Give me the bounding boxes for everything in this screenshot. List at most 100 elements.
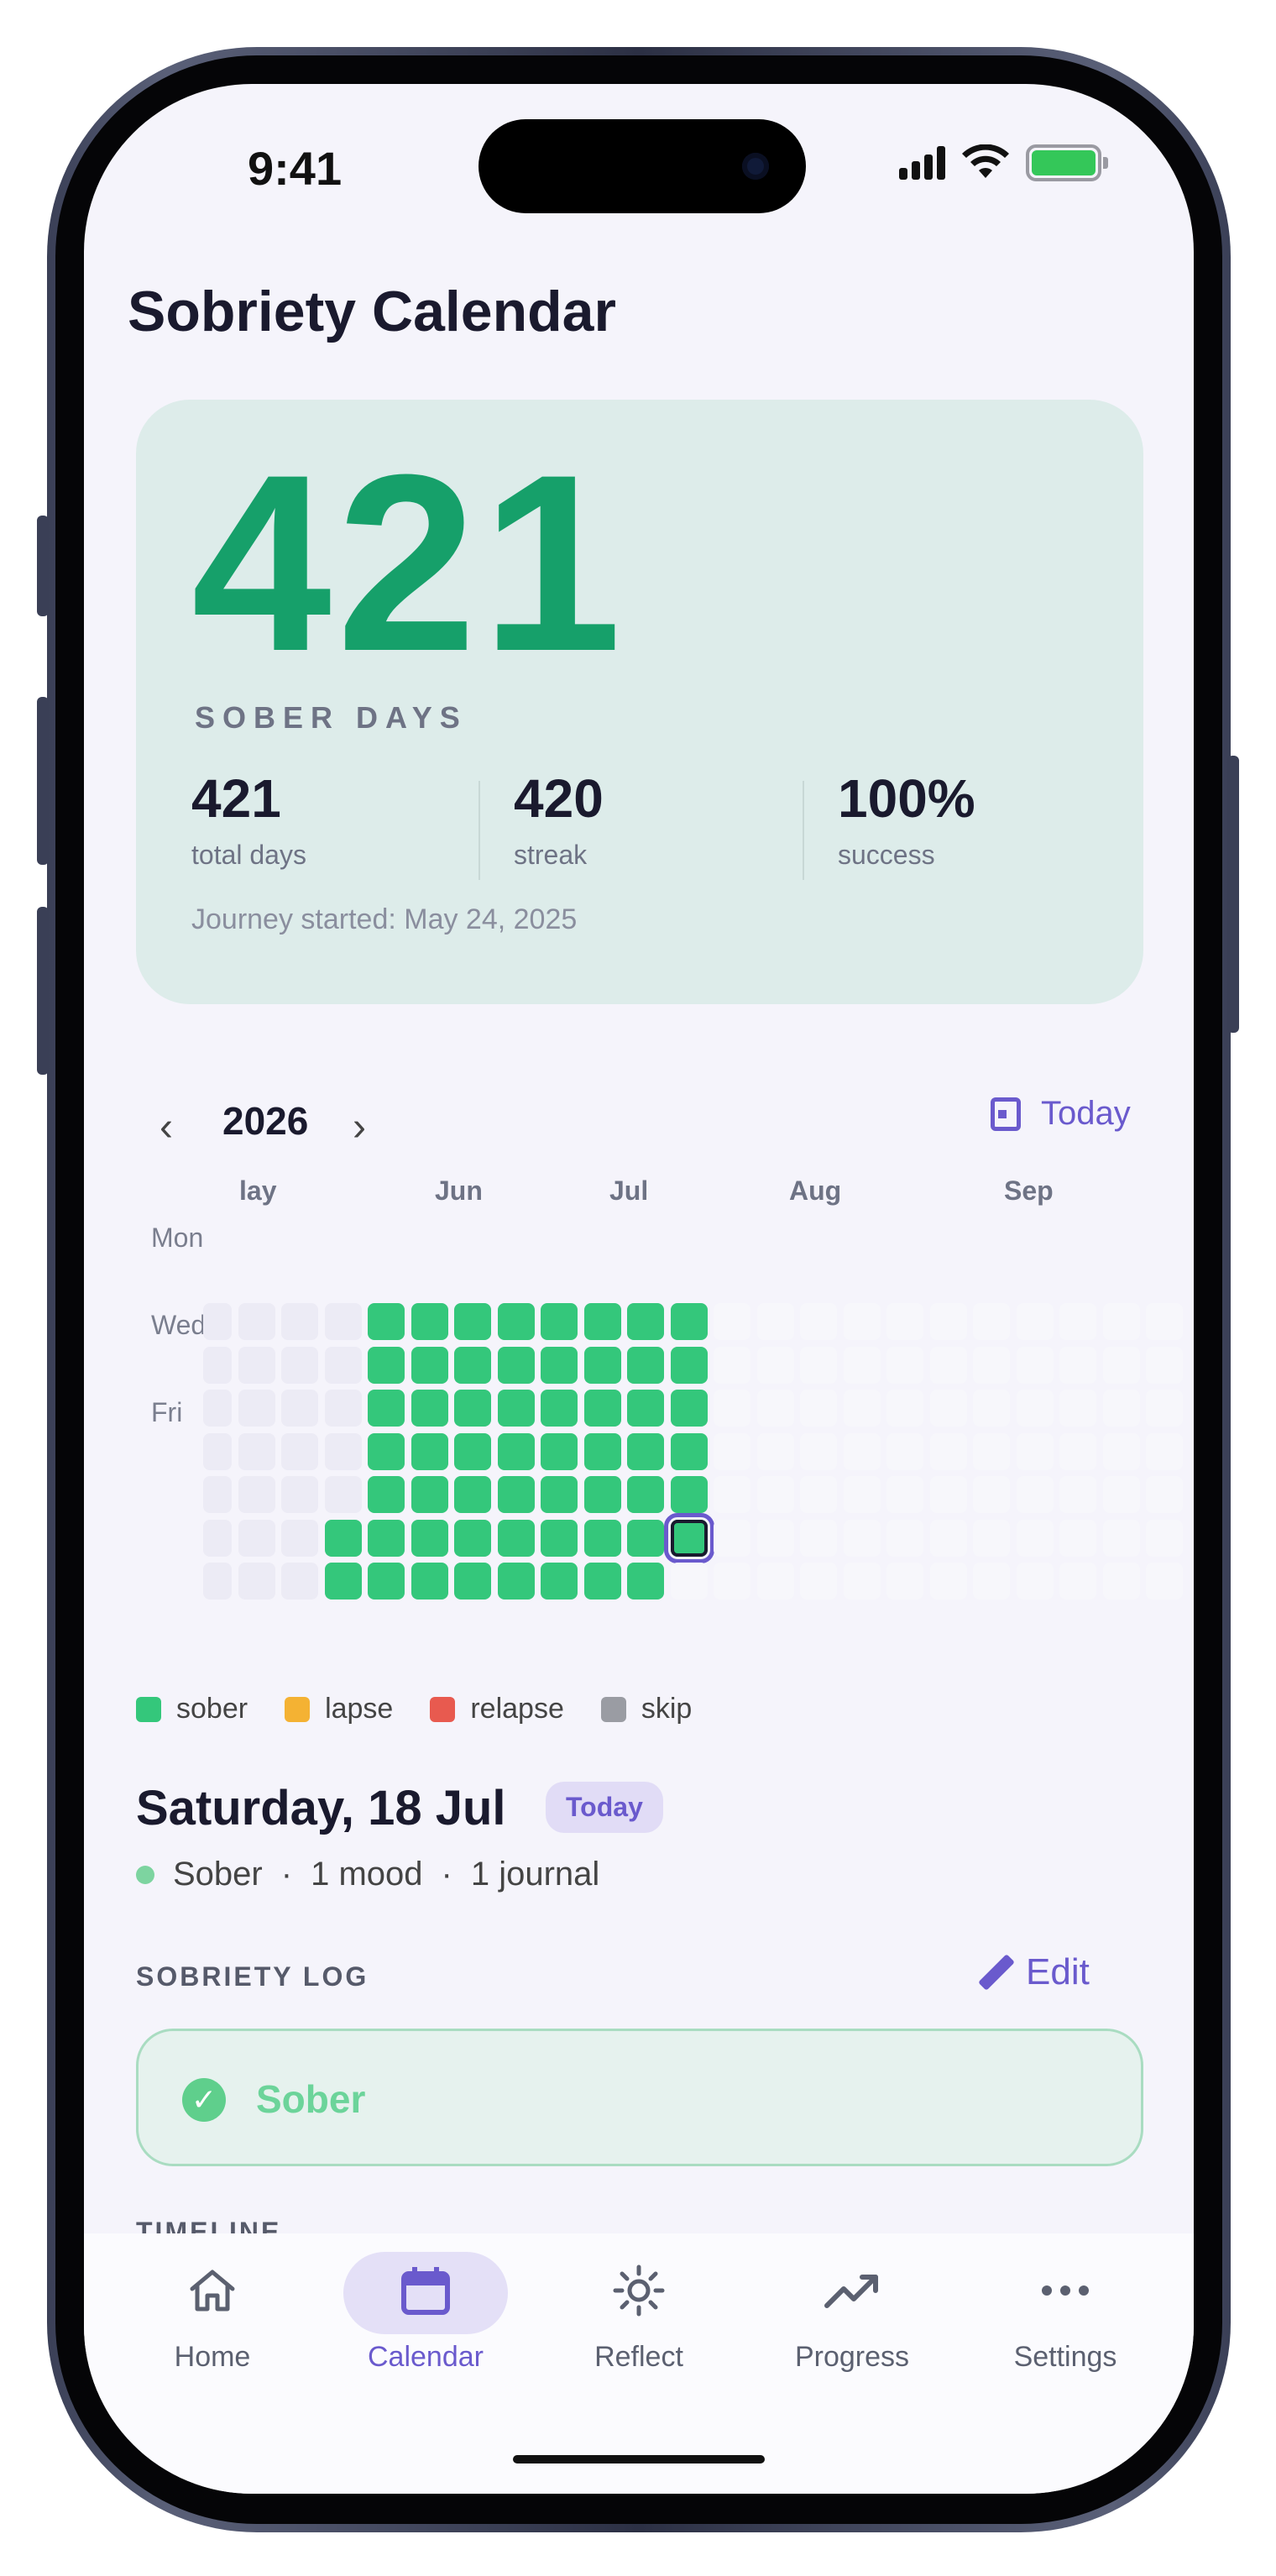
heatmap-day-cell[interactable] — [541, 1390, 578, 1427]
heatmap-day-cell[interactable] — [1016, 1303, 1054, 1340]
heatmap-day-cell[interactable] — [324, 1432, 362, 1470]
heatmap-day-cell[interactable] — [583, 1519, 621, 1557]
heatmap-day-cell[interactable] — [886, 1432, 923, 1470]
heatmap-day-cell[interactable] — [203, 1390, 232, 1427]
heatmap-day-cell[interactable] — [843, 1303, 881, 1340]
heatmap-day-cell[interactable] — [368, 1476, 405, 1513]
heatmap-day-cell[interactable] — [756, 1346, 794, 1384]
heatmap-day-cell[interactable] — [454, 1476, 491, 1513]
today-button[interactable]: Today — [991, 1095, 1131, 1133]
heatmap-day-cell[interactable] — [1102, 1563, 1140, 1600]
heatmap-day-cell[interactable] — [843, 1519, 881, 1557]
heatmap-day-cell[interactable] — [929, 1432, 967, 1470]
heatmap-day-cell[interactable] — [800, 1432, 837, 1470]
heatmap-day-cell[interactable] — [714, 1519, 750, 1557]
heatmap-day-cell[interactable] — [281, 1563, 318, 1600]
heatmap-day-cell[interactable] — [281, 1476, 318, 1513]
heatmap-day-cell[interactable] — [1059, 1519, 1096, 1557]
heatmap-day-cell[interactable] — [454, 1303, 491, 1340]
heatmap-day-cell[interactable] — [238, 1563, 275, 1600]
heatmap-day-cell[interactable] — [238, 1519, 275, 1557]
heatmap-day-cell[interactable] — [454, 1563, 491, 1600]
heatmap-day-cell[interactable] — [1146, 1563, 1183, 1600]
heatmap-day-cell[interactable] — [411, 1303, 448, 1340]
heatmap-day-cell[interactable] — [800, 1563, 837, 1600]
heatmap-day-cell[interactable] — [886, 1346, 923, 1384]
heatmap-day-cell[interactable] — [1146, 1346, 1183, 1384]
heatmap-day-cell[interactable] — [411, 1519, 448, 1557]
heatmap-day-cell[interactable] — [843, 1390, 881, 1427]
heatmap-day-cell[interactable] — [670, 1432, 708, 1470]
heatmap-day-cell[interactable] — [368, 1563, 405, 1600]
heatmap-day-cell[interactable] — [203, 1476, 232, 1513]
heatmap-day-cell[interactable] — [627, 1519, 664, 1557]
heatmap-day-cell[interactable] — [973, 1303, 1010, 1340]
heatmap-day-cell[interactable] — [886, 1519, 923, 1557]
heatmap-day-cell[interactable] — [1016, 1476, 1054, 1513]
heatmap-day-cell[interactable] — [281, 1390, 318, 1427]
heatmap-day-cell[interactable] — [843, 1563, 881, 1600]
heatmap-day-cell[interactable] — [973, 1563, 1010, 1600]
heatmap-day-cell[interactable] — [1059, 1432, 1096, 1470]
heatmap-day-cell[interactable] — [411, 1432, 448, 1470]
heatmap-day-cell[interactable] — [1016, 1432, 1054, 1470]
nav-item-calendar[interactable]: Calendar — [319, 2233, 532, 2494]
heatmap-day-cell[interactable] — [368, 1519, 405, 1557]
chevron-right-icon[interactable]: › — [353, 1104, 366, 1150]
heatmap-day-cell[interactable] — [714, 1390, 750, 1427]
heatmap-day-cell[interactable] — [1016, 1519, 1054, 1557]
heatmap-day-cell[interactable] — [238, 1346, 275, 1384]
heatmap-day-cell[interactable] — [627, 1432, 664, 1470]
heatmap-day-cell[interactable] — [627, 1346, 664, 1384]
heatmap-day-cell[interactable] — [1102, 1346, 1140, 1384]
heatmap-day-cell[interactable] — [281, 1432, 318, 1470]
heatmap-day-cell[interactable] — [454, 1519, 491, 1557]
heatmap-day-cell[interactable] — [627, 1476, 664, 1513]
nav-item-settings[interactable]: Settings — [959, 2233, 1172, 2494]
heatmap-day-cell[interactable] — [1102, 1432, 1140, 1470]
nav-item-progress[interactable]: Progress — [745, 2233, 959, 2494]
heatmap-day-cell[interactable] — [714, 1346, 750, 1384]
heatmap-day-cell[interactable] — [324, 1303, 362, 1340]
heatmap-day-cell[interactable] — [368, 1303, 405, 1340]
heatmap-day-cell[interactable] — [324, 1476, 362, 1513]
heatmap-day-cell[interactable] — [843, 1432, 881, 1470]
heatmap-day-cell[interactable] — [238, 1432, 275, 1470]
heatmap-day-cell[interactable] — [454, 1432, 491, 1470]
heatmap-day-cell[interactable] — [929, 1519, 967, 1557]
heatmap-day-cell[interactable] — [541, 1432, 578, 1470]
heatmap-day-cell[interactable] — [281, 1519, 318, 1557]
heatmap-day-cell[interactable] — [1146, 1303, 1183, 1340]
heatmap-day-cell[interactable] — [756, 1476, 794, 1513]
heatmap-day-cell[interactable] — [973, 1346, 1010, 1384]
heatmap-day-cell[interactable] — [203, 1563, 232, 1600]
heatmap-day-cell[interactable] — [1059, 1390, 1096, 1427]
heatmap-day-cell[interactable] — [756, 1519, 794, 1557]
heatmap-day-cell[interactable] — [929, 1563, 967, 1600]
heatmap-day-cell[interactable] — [714, 1432, 750, 1470]
heatmap-day-cell[interactable] — [1059, 1563, 1096, 1600]
heatmap-day-cell[interactable] — [929, 1390, 967, 1427]
heatmap-day-cell[interactable] — [1146, 1519, 1183, 1557]
heatmap-day-cell[interactable] — [670, 1303, 708, 1340]
heatmap-day-cell[interactable] — [324, 1519, 362, 1557]
heatmap-day-cell[interactable] — [454, 1346, 491, 1384]
heatmap-day-cell[interactable] — [1059, 1303, 1096, 1340]
heatmap-day-cell[interactable] — [583, 1346, 621, 1384]
heatmap-day-cell[interactable] — [886, 1476, 923, 1513]
heatmap-day-cell[interactable] — [800, 1476, 837, 1513]
heatmap-day-cell[interactable] — [411, 1563, 448, 1600]
heatmap-day-cell[interactable] — [203, 1303, 232, 1340]
heatmap-day-cell[interactable] — [1146, 1476, 1183, 1513]
heatmap-day-cell[interactable] — [497, 1519, 535, 1557]
heatmap-day-cell[interactable] — [973, 1432, 1010, 1470]
heatmap-day-cell[interactable] — [714, 1563, 750, 1600]
heatmap-day-cell[interactable] — [324, 1390, 362, 1427]
heatmap-day-cell[interactable] — [1059, 1476, 1096, 1513]
heatmap-day-cell[interactable] — [541, 1563, 578, 1600]
heatmap-day-cell[interactable] — [886, 1563, 923, 1600]
heatmap-day-cell[interactable] — [454, 1390, 491, 1427]
heatmap-day-cell[interactable] — [238, 1476, 275, 1513]
heatmap-day-cell[interactable] — [973, 1519, 1010, 1557]
heatmap-day-cell[interactable] — [324, 1563, 362, 1600]
